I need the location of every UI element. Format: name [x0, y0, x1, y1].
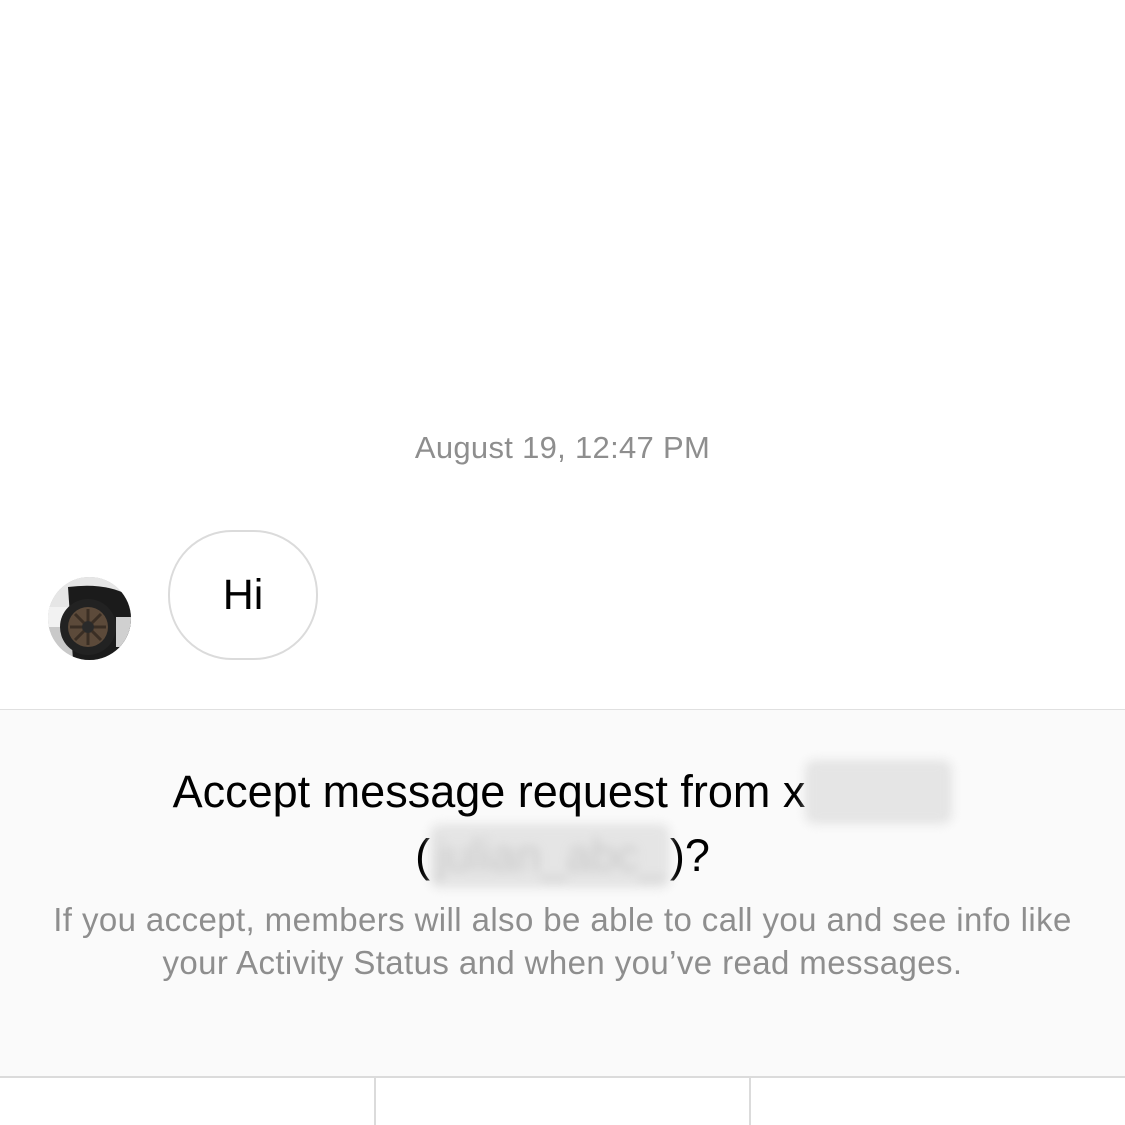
- message-request-screen: August 19, 12:47 PM Hi Accept message re…: [0, 0, 1125, 1125]
- car-wheel-photo-icon: [48, 577, 131, 660]
- message-timestamp: August 19, 12:47 PM: [414, 430, 711, 465]
- request-description: If you accept, members will also be able…: [53, 901, 1072, 981]
- message-bubble[interactable]: Hi: [168, 530, 318, 660]
- delete-button[interactable]: [375, 1078, 752, 1125]
- request-action-bar: [0, 1076, 1125, 1125]
- redacted-name-block: [805, 760, 953, 824]
- request-sender-name: x: [782, 766, 806, 817]
- message-request-panel: Accept message request from x (julian_ab…: [0, 709, 1125, 1077]
- request-close-paren: ): [669, 830, 685, 881]
- message-thread[interactable]: August 19, 12:47 PM Hi: [0, 0, 1125, 709]
- request-title-suffix: ?: [684, 830, 710, 881]
- request-username: julian_abc_: [430, 824, 670, 888]
- sender-avatar[interactable]: [48, 577, 131, 660]
- request-title: Accept message request from x (julian_ab…: [0, 760, 1125, 888]
- accept-button[interactable]: [751, 1078, 1125, 1125]
- request-title-prefix: Accept message request from: [172, 766, 783, 817]
- request-open-paren: (: [415, 830, 431, 881]
- block-button[interactable]: [0, 1078, 376, 1125]
